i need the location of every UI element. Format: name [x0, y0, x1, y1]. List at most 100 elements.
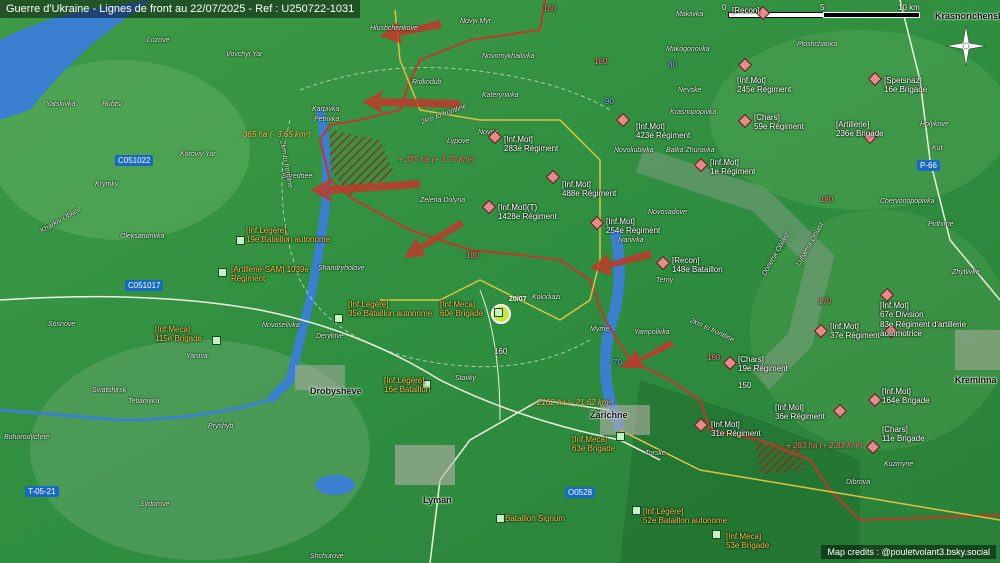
village-label: Terny: [656, 277, 674, 284]
village-label: Myrne: [590, 326, 610, 333]
route-number: 180: [466, 251, 480, 260]
village-label: Lozove: [147, 37, 170, 44]
ru-unit-label: [Spetsnaz] 16e Brigade: [884, 76, 928, 94]
route-number: 180: [543, 4, 557, 13]
town-area: [395, 445, 455, 485]
area-change-label: + 375 ha (+ 3.75 km²): [398, 155, 475, 164]
route-number: 160: [707, 353, 721, 362]
town-label: Kreminna: [955, 375, 997, 385]
village-label: Pidhirne: [928, 221, 954, 228]
ru-unit-label: [Inf.Mot] 1e Régiment: [710, 158, 756, 176]
front-line-map[interactable]: Guerre d'Ukraine - Lignes de front au 22…: [0, 0, 1000, 563]
village-label: Oleksandrivka: [120, 233, 165, 240]
village-label: Tetianivka: [128, 398, 160, 405]
ua-unit-label: [Artillerie-SAM] 1039e Régiment: [231, 265, 309, 283]
village-label: Hlushchenkove: [370, 25, 418, 32]
village-label: Katerynivka: [482, 92, 519, 99]
town-label: Lyman: [423, 495, 452, 505]
route-number: 70: [613, 358, 622, 367]
village-label: Karpivka: [312, 106, 340, 113]
route-number: 90: [605, 97, 614, 106]
village-label: Kolodiazi: [532, 294, 561, 301]
village-label: Krasnopopivka: [670, 109, 717, 116]
village-label: Novosadove: [648, 209, 687, 216]
ru-unit-label: [Chars] 59e Régiment: [754, 113, 804, 131]
ua-unit-label: [Inf.Meca] 53e Brigade: [726, 532, 770, 550]
village-label: Kuzmyne: [884, 461, 914, 468]
village-label: Makogonovka: [666, 46, 710, 53]
ru-unit-label: 83e Régiment d'artillerie automotrice: [880, 320, 967, 338]
ua-unit-marker[interactable]: [334, 314, 343, 323]
village-label: Kut: [932, 145, 943, 152]
town-label: Krasnorichenske: [935, 11, 1000, 21]
town-label: Drobysheve: [310, 386, 362, 396]
ru-unit-label: [Inf.Mot] 283e Régiment: [504, 135, 559, 153]
ru-unit-label: [Chars] 19e Régiment: [738, 355, 788, 373]
ua-unit-marker[interactable]: [218, 268, 227, 277]
ru-unit-label: [Inf.Mot] 164e Brigade: [882, 387, 930, 405]
village-label: Yatskivka: [46, 101, 76, 108]
village-label: Krymky: [95, 181, 119, 188]
ru-unit-label: [Chars] 11e Brigade: [882, 425, 925, 443]
ru-unit-label: [Recon]: [732, 6, 760, 15]
ua-unit-label: Bataillon Signum: [505, 514, 566, 523]
village-label: Zhytlivka: [952, 269, 980, 276]
village-label: Ploshchanka: [797, 41, 838, 48]
ru-unit-label: [Inf.Mot] 423e Régiment: [636, 122, 691, 140]
route-number: 80: [668, 60, 677, 69]
ua-unit-marker[interactable]: [616, 432, 625, 441]
road-shield: O0528: [565, 487, 596, 498]
route-number: 180: [820, 195, 834, 204]
ru-unit-label: [Inf.Mot] 488e Régiment: [562, 180, 617, 198]
village-label: Stavky: [455, 375, 477, 382]
ua-unit-marker[interactable]: [496, 514, 505, 523]
ua-unit-marker[interactable]: [494, 308, 503, 317]
village-label: Dibrova: [846, 479, 871, 486]
village-label: Zelena Dolyna: [420, 197, 466, 204]
ua-unit-label: [Inf.Meca] 115e Brigade: [155, 325, 202, 343]
village-label: Yampolivka: [634, 329, 670, 336]
ru-unit-label: [Inf.Mot](T) 1428e Régiment: [498, 203, 557, 221]
lake: [315, 475, 355, 495]
scale-mid: 5: [820, 3, 825, 12]
route-number: 180: [594, 57, 608, 66]
ru-unit-label: [Inf.Mot] 31e Régiment: [711, 420, 761, 438]
village-label: Yarova: [186, 353, 208, 360]
road-shield: P-66: [917, 160, 940, 171]
village-label: Novoselivka: [262, 322, 300, 329]
ua-unit-label: [Inf.Légère] 35e Bataillon autonome: [348, 300, 433, 318]
ua-unit-label: [Inf.Légère] 16e Bataillon: [384, 376, 431, 394]
ua-unit-marker[interactable]: [632, 506, 641, 515]
village-label: Holykove: [920, 121, 949, 128]
village-label: Bohorodychne: [4, 434, 50, 441]
ua-unit-label: [Inf.Meca] 63e Brigade: [572, 435, 616, 453]
ua-unit-marker[interactable]: [212, 336, 221, 345]
ru-unit-label: [Inf.Mot] 37e Régiment: [830, 322, 880, 340]
ru-unit-label: [Artillerie] 236e Brigade: [836, 120, 884, 138]
village-label: Pryshyb: [208, 423, 234, 430]
village-label: Balka Zhuravka: [666, 147, 715, 154]
village-label: Vovchyi Yar: [226, 51, 263, 58]
ua-unit-label: [Inf.Légère] 52e Bataillon autonome: [643, 507, 728, 525]
village-label: Petrivka: [314, 116, 340, 123]
map-title: Guerre d'Ukraine - Lignes de front au 22…: [0, 0, 361, 18]
village-label: Rubtsi: [102, 101, 122, 108]
town-label: Zarichne: [590, 410, 628, 420]
village-label: Ridkodub: [412, 79, 442, 86]
road-shield: C051017: [125, 280, 164, 291]
ru-unit-label: [Inf.Mot] 36e Régiment: [775, 403, 825, 421]
road-shield: T-05-21: [25, 486, 59, 497]
village-label: Ivanivka: [618, 237, 644, 244]
village-label: Shandryholove: [318, 265, 365, 272]
village-label: Novoliubivka: [614, 147, 654, 154]
ua-unit-label: [Inf.Légère] 19e Bataillon autonome: [246, 226, 331, 244]
ua-unit-marker[interactable]: [712, 530, 721, 539]
village-label: Sosnove: [48, 321, 76, 328]
road-shield: C051022: [115, 155, 154, 166]
village-label: Sydorove: [140, 501, 170, 508]
village-label: Shchurove: [310, 553, 344, 560]
route-number: 170: [818, 297, 832, 306]
village-label: Novomykhailivka: [482, 53, 535, 60]
ua-unit-marker[interactable]: [236, 236, 245, 245]
ua-unit-label: [Inf.Meca] 60e Brigade: [440, 300, 484, 318]
